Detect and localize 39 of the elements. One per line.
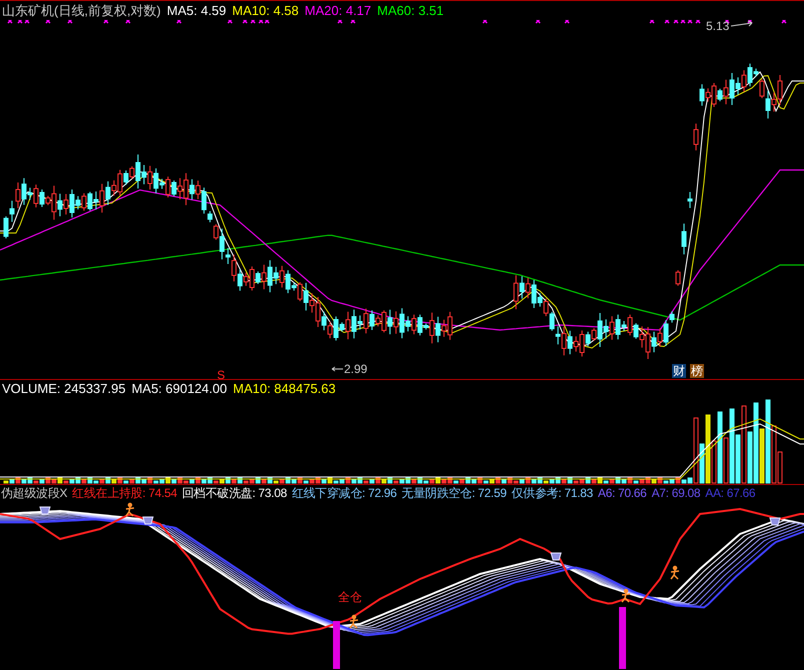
runner-icon: [621, 588, 631, 603]
cup-icon: [769, 518, 781, 526]
info-badge[interactable]: 财: [672, 364, 686, 378]
indicator-value: 红线下穿减仓: 72.96: [292, 485, 397, 502]
indicator-value: A6: 70.66: [598, 485, 647, 502]
indicator-title: 伪超级波段X: [1, 485, 68, 502]
indicator-value: AA: 67.66: [705, 485, 756, 502]
indicator-value: 红线在上持股: 74.54: [72, 485, 178, 502]
low-price-label: 2.99: [344, 362, 368, 376]
signal-bar: [333, 621, 340, 669]
runner-icon: [670, 566, 680, 580]
cup-icon: [142, 516, 154, 524]
indicator-value: 回档不破洗盘: 73.08: [182, 485, 287, 502]
arrow-icon: [332, 366, 344, 372]
cup-icon: [39, 506, 51, 514]
candlestick: [682, 223, 686, 255]
signal-mark: S: [217, 368, 226, 379]
indicator-value: MA10: 848475.63: [232, 380, 336, 398]
runner-icon: [349, 614, 359, 629]
candlestick: [676, 270, 680, 286]
indicator-value: 无量阴跌空仓: 72.59: [402, 485, 506, 502]
chart-title: 山东矿机(日线,前复权,对数): [2, 2, 161, 20]
signal-label: 全仓: [338, 590, 362, 604]
indicator-value: A7: 69.08: [652, 485, 700, 502]
indicator-value: MA10: 4.58: [232, 2, 299, 20]
indicator-value: 仅供参考: 71.83: [511, 485, 593, 502]
high-price-label: 5.13: [706, 20, 730, 33]
runner-icon: [125, 502, 135, 517]
indicator-value: MA60: 3.51: [377, 2, 444, 20]
indicator-value: MA5: 4.59: [166, 2, 226, 20]
arrow-icon: [730, 20, 752, 26]
info-badge[interactable]: 榜: [690, 364, 704, 378]
candlestick: [694, 123, 698, 151]
indicator-value: VOLUME: 245337.95: [2, 380, 126, 398]
indicator-value: MA20: 4.17: [304, 2, 372, 20]
signal-bar: [619, 607, 626, 669]
cup-icon: [550, 552, 562, 560]
indicator-value: MA5: 690124.00: [132, 380, 227, 398]
candlestick: [688, 192, 692, 208]
